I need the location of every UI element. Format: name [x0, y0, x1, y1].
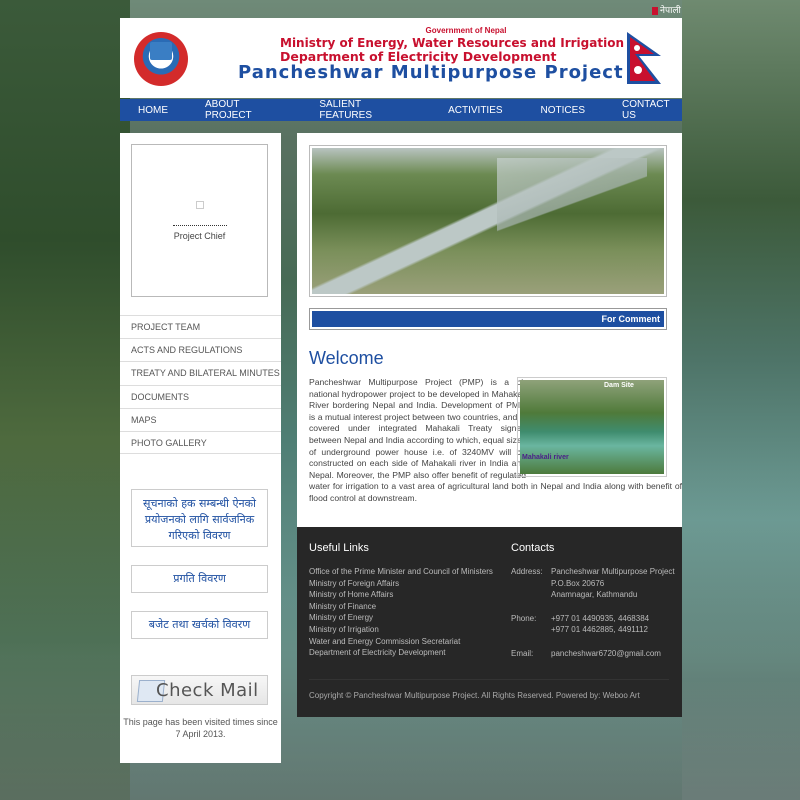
site-footer: Useful Links Office of the Prime Ministe… [297, 527, 682, 717]
nepal-flag-icon [627, 32, 661, 84]
nav-about-project[interactable]: ABOUT PROJECT [205, 99, 283, 121]
copyright-text: Copyright © Pancheshwar Multipurpose Pro… [309, 691, 640, 700]
broken-image-icon [196, 201, 204, 209]
check-mail-label: Check Mail [156, 680, 259, 701]
sidebar-item-maps[interactable]: MAPS [120, 407, 281, 431]
footer-link[interactable]: Ministry of Irrigation [309, 624, 493, 636]
hero-image [312, 148, 664, 294]
footer-divider [309, 679, 669, 680]
nav-contact-us[interactable]: CONTACT US [622, 99, 682, 121]
project-chief-box: Project Chief [131, 144, 268, 297]
nepal-emblem-icon [134, 32, 188, 86]
nav-notices[interactable]: NOTICES [541, 105, 585, 116]
sidebar-item-treaty[interactable]: TREATY AND BILATERAL MINUTES [120, 361, 281, 384]
header-government: Government of Nepal [425, 26, 507, 35]
contact-address: Address: Pancheshwar Multipurpose Projec… [511, 566, 675, 601]
project-chief-label: Project Chief [173, 231, 226, 241]
address-label: Address: [511, 567, 543, 576]
footer-link[interactable]: Ministry of Finance [309, 601, 493, 613]
email-link[interactable]: pancheshwar6720@gmail.com [551, 648, 675, 660]
useful-links-title: Useful Links [309, 542, 369, 554]
footer-link[interactable]: Water and Energy Commission Secretariat [309, 636, 493, 648]
ticker-text[interactable]: For Comment [312, 311, 664, 327]
page-title: Welcome [309, 348, 384, 368]
contact-email: Email: pancheshwar6720@gmail.com [511, 648, 675, 660]
sidebar-item-project-team[interactable]: PROJECT TEAM [120, 315, 281, 338]
email-label: Email: [511, 648, 534, 658]
main-content: For Comment Welcome Pancheshwar Multipur… [297, 133, 682, 527]
footer-link[interactable]: Ministry of Home Affairs [309, 589, 493, 601]
header-project-title: Pancheshwar Multipurpose Project [238, 62, 624, 83]
language-switch-label[interactable]: नेपाली [660, 5, 681, 15]
phone-line: +977 01 4490935, 4468384 [551, 613, 650, 623]
contacts-title: Contacts [511, 542, 555, 554]
check-mail-button[interactable]: Check Mail [131, 675, 268, 705]
address-line: Pancheshwar Multipurpose Project [551, 567, 675, 576]
nav-home[interactable]: HOME [138, 105, 168, 116]
progress-report-link[interactable]: प्रगति विवरण [131, 565, 268, 593]
comment-ticker[interactable]: For Comment [309, 308, 667, 330]
dam-site-image: Dam Site Mahakali river [517, 377, 667, 477]
phone-line: +977 01 4462885, 4491112 [551, 625, 648, 635]
visit-counter-text: This page has been visited times since 7… [123, 717, 278, 739]
main-nav: HOME ABOUT PROJECT SALIENT FEATURES ACTI… [120, 99, 682, 121]
nav-activities[interactable]: ACTIVITIES [448, 105, 502, 116]
sidebar-item-acts-regulations[interactable]: ACTS AND REGULATIONS [120, 338, 281, 361]
sidebar-menu: PROJECT TEAM ACTS AND REGULATIONS TREATY… [120, 315, 281, 455]
sidebar-item-photo-gallery[interactable]: PHOTO GALLERY [120, 430, 281, 455]
divider [173, 225, 227, 226]
address-line: P.O.Box 20676 [551, 578, 605, 588]
address-line: Anamnagar, Kathmandu [551, 590, 638, 600]
useful-links-list: Office of the Prime Minister and Council… [309, 566, 493, 659]
river-label: Mahakali river [522, 454, 569, 461]
header-ministry: Ministry of Energy, Water Resources and … [280, 36, 624, 50]
site-header: Government of Nepal Ministry of Energy, … [120, 18, 682, 98]
nav-salient-features[interactable]: SALIENT FEATURES [319, 99, 410, 121]
contact-phone: Phone: +977 01 4490935, 4468384 +977 01 … [511, 613, 675, 636]
nepal-flag-icon [652, 6, 658, 15]
footer-link[interactable]: Ministry of Energy [309, 612, 493, 624]
footer-link[interactable]: Department of Electricity Development [309, 647, 493, 659]
sidebar: Project Chief PROJECT TEAM ACTS AND REGU… [120, 133, 281, 763]
phone-label: Phone: [511, 613, 537, 623]
rti-info-link[interactable]: सूचनाको हक सम्बन्धी ऐनको प्रयोजनको लागि … [131, 489, 268, 547]
contacts-block: Address: Pancheshwar Multipurpose Projec… [511, 566, 675, 660]
hero-slideshow [309, 145, 667, 297]
sidebar-item-documents[interactable]: DOCUMENTS [120, 384, 281, 408]
budget-expense-link[interactable]: बजेट तथा खर्चको विवरण [131, 611, 268, 639]
footer-link[interactable]: Ministry of Foreign Affairs [309, 578, 493, 590]
dam-site-label: Dam Site [604, 382, 634, 389]
language-switch[interactable]: नेपाली [652, 3, 681, 16]
footer-link[interactable]: Office of the Prime Minister and Council… [309, 566, 493, 578]
